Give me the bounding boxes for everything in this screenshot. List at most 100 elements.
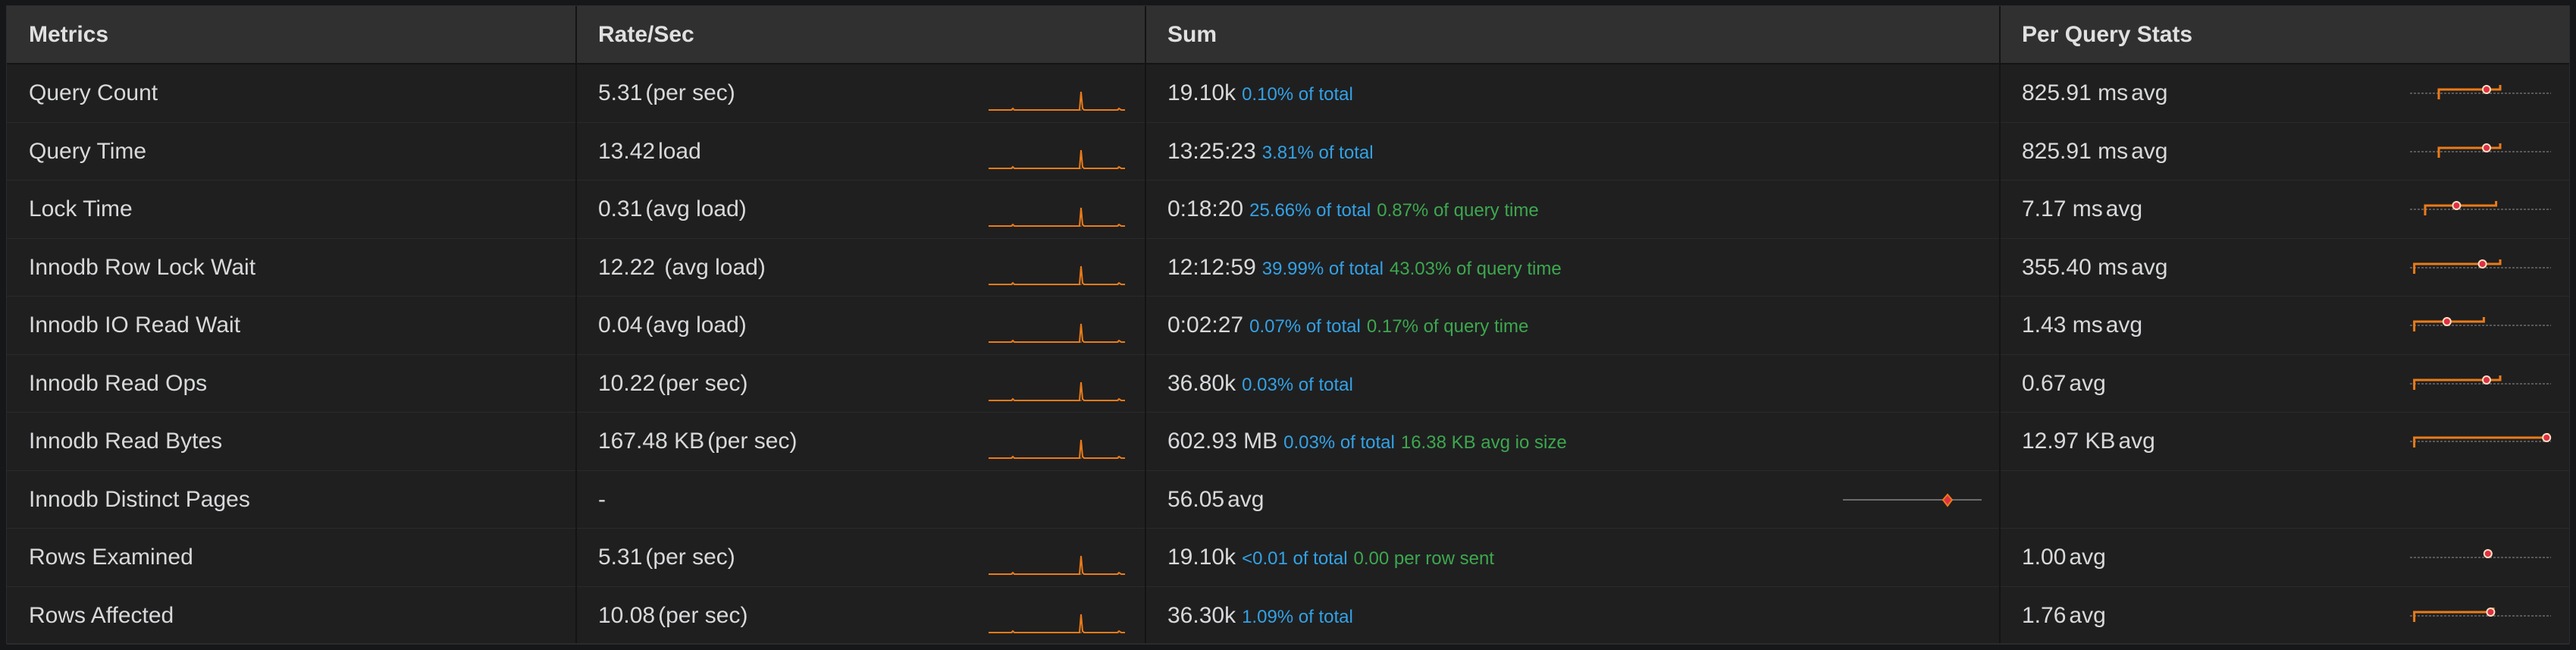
rate-cell: 167.48 KB (per sec) — [598, 413, 797, 470]
metric-name: Innodb Read Ops — [29, 370, 208, 396]
sum-value: 0:18:20 — [1167, 196, 1244, 221]
per-query-range-chart[interactable] — [2408, 78, 2552, 108]
table-row[interactable]: Query Time 13.42 load 13:25:23 3.81% of tota… — [7, 123, 2569, 181]
avg-marker — [2482, 143, 2491, 152]
header-metrics[interactable]: Metrics — [7, 6, 576, 63]
metric-name: Rows Affected — [29, 602, 174, 628]
avg-marker — [2482, 375, 2491, 385]
min-max-range — [2437, 85, 2502, 99]
sum-percent-of-total: 1.09% of total — [1242, 606, 1353, 627]
rate-sparkline[interactable] — [989, 191, 1125, 229]
per-query-value: 1.00 — [2022, 545, 2067, 570]
header-per-query-stats[interactable]: Per Query Stats — [2000, 6, 2569, 63]
header-rate[interactable]: Rate/Sec — [576, 6, 1145, 63]
sum-percent-of-total: 3.81% of total — [1261, 142, 1374, 163]
sum-percent-of-total: <0.01 of total — [1242, 548, 1348, 569]
table-row[interactable]: Innodb Read Bytes 167.48 KB (per sec) 602.9… — [7, 413, 2569, 471]
per-query-value: 825.91 ms — [2022, 138, 2129, 164]
rate-sparkline[interactable] — [989, 133, 1125, 171]
sparkline-series — [989, 382, 1125, 401]
min-max-range — [2413, 433, 2549, 447]
rate-cell: 0.31 (avg load) — [598, 181, 747, 238]
avg-marker — [2477, 259, 2487, 268]
rate-sparkline[interactable] — [989, 307, 1125, 345]
avg-marker — [2452, 201, 2462, 210]
rate-value: 10.08 — [598, 602, 656, 628]
per-query-unit: avg — [2105, 312, 2143, 338]
sum-value: 19.10k — [1167, 545, 1236, 570]
per-query-unit: avg — [2131, 80, 2168, 105]
rate-value: 10.22 — [598, 370, 656, 396]
rate-unit: (per sec) — [707, 429, 798, 454]
rate-cell: 5.31 (per sec) — [598, 529, 735, 586]
rate-value: 167.48 KB — [598, 429, 705, 454]
per-query-range-chart[interactable] — [2408, 542, 2552, 573]
metric-name: Lock Time — [29, 196, 133, 221]
rate-unit: (per sec) — [645, 80, 735, 105]
rate-sparkline[interactable] — [989, 366, 1125, 404]
sum-cell: 602.93 MB 0.03% of total 16.38 KB avg io s… — [1167, 413, 1567, 470]
sum-cell: 12:12:59 39.99% of total 43.03% of query t… — [1167, 239, 1562, 297]
sparkline-series — [989, 265, 1125, 285]
sum-percent-of-total: 25.66% of total — [1249, 200, 1371, 221]
rate-sparkline[interactable] — [989, 250, 1125, 287]
rate-sparkline[interactable] — [989, 75, 1125, 113]
rate-value: 5.31 — [598, 80, 643, 105]
per-query-cell: 12.97 KB avg — [2022, 413, 2155, 470]
per-query-range-chart[interactable] — [2408, 253, 2552, 283]
metric-name: Rows Examined — [29, 545, 193, 570]
rate-cell: 10.22 (per sec) — [598, 355, 747, 413]
per-query-cell: 355.40 ms avg — [2022, 239, 2167, 297]
sum-percent-of-total: 39.99% of total — [1261, 258, 1384, 279]
sum-cell: 36.80k 0.03% of total — [1167, 355, 1353, 413]
sum-percent-of-total: 0.07% of total — [1249, 316, 1361, 337]
per-query-value: 1.76 — [2022, 602, 2067, 628]
table-row[interactable]: Innodb Read Ops 10.22 (per sec) 36.80k 0.03%… — [7, 355, 2569, 413]
per-query-range-chart[interactable] — [2408, 310, 2552, 341]
metric-name: Innodb Row Lock Wait — [29, 254, 256, 280]
rate-sparkline[interactable] — [989, 423, 1125, 461]
sum-extra-stat: 0.17% of query time — [1366, 316, 1529, 337]
min-max-range — [2437, 143, 2502, 158]
per-query-range-chart[interactable] — [2408, 137, 2552, 167]
column-divider — [1145, 6, 1146, 643]
per-query-cell: 1.76 avg — [2022, 587, 2106, 645]
rate-sparkline[interactable] — [989, 539, 1125, 577]
min-max-range — [2424, 201, 2498, 215]
per-query-unit: avg — [2069, 545, 2106, 570]
per-query-range-chart[interactable] — [2408, 369, 2552, 399]
table-row[interactable]: Innodb Distinct Pages - 56.05 avg — [7, 471, 2569, 529]
rate-sparkline[interactable] — [989, 598, 1125, 636]
table-row[interactable]: Query Count 5.31 (per sec) 19.10k 0.10% of t… — [7, 64, 2569, 123]
sum-value: 19.10k — [1167, 80, 1236, 105]
table-row[interactable]: Rows Examined 5.31 (per sec) 19.10k <0.01 of… — [7, 529, 2569, 587]
per-query-unit: avg — [2069, 602, 2106, 628]
sparkline-series — [989, 149, 1125, 169]
table-row[interactable]: Lock Time 0.31 (avg load) 0:18:20 25.66% of … — [7, 181, 2569, 239]
per-query-range-chart[interactable] — [2408, 194, 2552, 225]
table-row[interactable]: Innodb IO Read Wait 0.04 (avg load) 0:02:27… — [7, 297, 2569, 355]
avg-marker — [2483, 549, 2493, 558]
sparkline-series — [989, 614, 1125, 633]
header-sum[interactable]: Sum — [1145, 6, 2000, 63]
rate-unit: (per sec) — [645, 545, 735, 570]
per-query-value: 825.91 ms — [2022, 80, 2129, 105]
sum-extra-stat: 43.03% of query time — [1389, 258, 1562, 279]
per-query-cell: 0.67 avg — [2022, 355, 2106, 413]
per-query-range-chart[interactable] — [2408, 601, 2552, 631]
sum-cell: 0:02:27 0.07% of total 0.17% of query time — [1167, 297, 1528, 354]
avg-marker — [1941, 492, 1954, 507]
sum-percent-of-total: 0.10% of total — [1242, 84, 1353, 105]
rate-cell: 0.04 (avg load) — [598, 297, 747, 354]
table-row[interactable]: Innodb Row Lock Wait 12.22 (avg load) 12:1… — [7, 239, 2569, 297]
rate-value: 5.31 — [598, 545, 643, 570]
table-row[interactable]: Rows Affected 10.08 (per sec) 36.30k 1.09% o… — [7, 587, 2569, 645]
per-query-value: 12.97 KB — [2022, 429, 2116, 454]
per-query-range-chart[interactable] — [2408, 426, 2552, 457]
sum-range-chart[interactable] — [1841, 485, 1985, 515]
rate-cell: 5.31 (per sec) — [598, 64, 735, 122]
metric-name: Innodb Read Bytes — [29, 429, 223, 454]
sparkline-series — [989, 555, 1125, 575]
sum-cell: 19.10k <0.01 of total 0.00 per row sent — [1167, 529, 1494, 586]
sparkline-series — [989, 91, 1125, 111]
